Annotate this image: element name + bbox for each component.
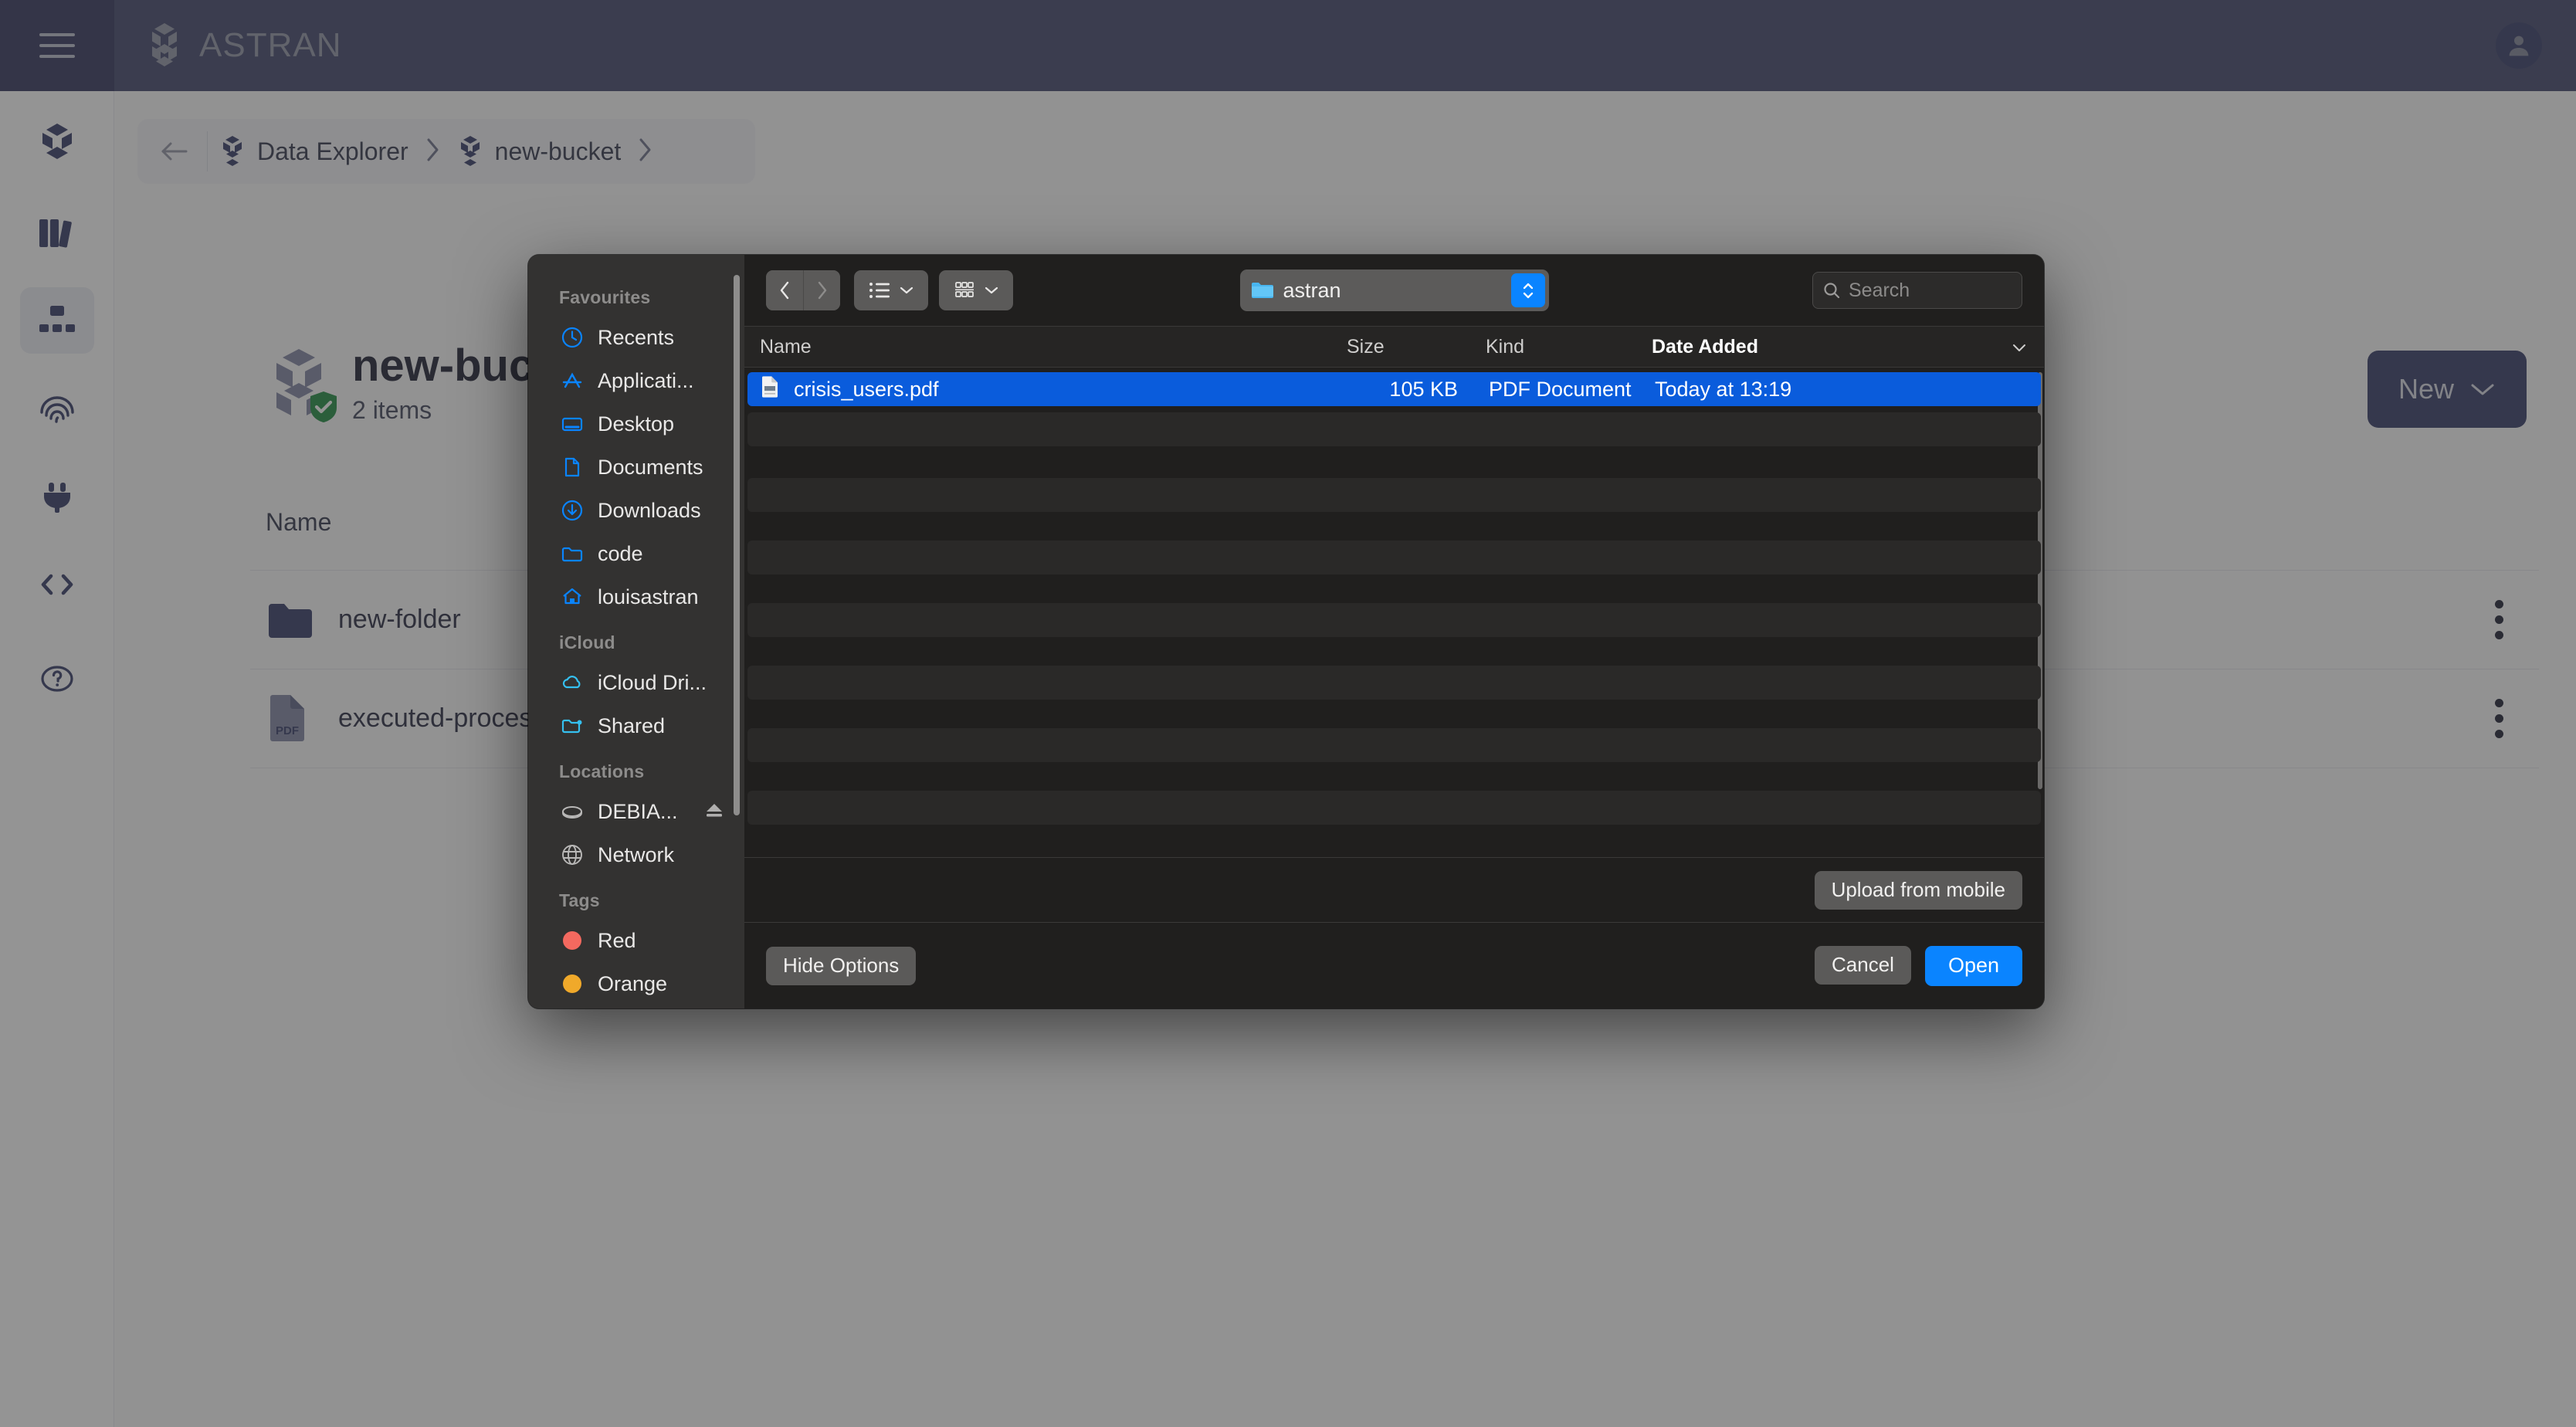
dialog-main: astran Search Name Size Kind Date Added xyxy=(744,255,2044,1008)
sidebar-item-label: Orange xyxy=(598,971,668,995)
path-dropdown[interactable]: astran xyxy=(1239,269,1549,311)
file-row-empty xyxy=(747,412,2041,446)
file-row-empty xyxy=(747,666,2041,700)
list-view-icon xyxy=(869,283,890,298)
sidebar-item-applications[interactable]: Applicati... xyxy=(528,359,744,402)
sidebar-item-label: louisastran xyxy=(598,585,699,608)
dialog-sidebar: Favourites Recents Applicati... Desktop … xyxy=(528,255,744,1008)
group-view-button[interactable] xyxy=(939,270,1013,310)
sidebar-item-label: iCloud Dri... xyxy=(598,670,707,694)
sidebar-item-network[interactable]: Network xyxy=(528,833,744,876)
desktop-icon xyxy=(559,411,585,437)
sidebar-scrollbar[interactable] xyxy=(734,275,740,815)
sidebar-item-label: code xyxy=(598,541,643,565)
file-open-dialog: Favourites Recents Applicati... Desktop … xyxy=(528,255,2044,1008)
dialog-forward-button[interactable] xyxy=(803,270,840,310)
eject-icon[interactable] xyxy=(704,800,724,824)
chevron-down-icon[interactable] xyxy=(2012,336,2027,358)
sidebar-item-tag-orange[interactable]: Orange xyxy=(528,962,744,1005)
sidebar-item-tag-red[interactable]: Red xyxy=(528,919,744,962)
file-row-empty xyxy=(747,541,2041,575)
sidebar-item-label: DEBIA... xyxy=(598,799,678,823)
sidebar-item-shared[interactable]: Shared xyxy=(528,704,744,747)
chevron-right-icon xyxy=(818,281,826,300)
folder-icon xyxy=(559,541,585,567)
sidebar-item-downloads[interactable]: Downloads xyxy=(528,489,744,532)
file-row-empty xyxy=(747,478,2041,512)
column-name[interactable]: Name xyxy=(744,326,1331,368)
list-view-button[interactable] xyxy=(854,270,928,310)
sidebar-item-label: Red xyxy=(598,928,636,952)
sidebar-group-tags: Tags xyxy=(559,890,600,910)
file-row-empty xyxy=(747,603,2041,637)
file-list-column-header: Name Size Kind Date Added xyxy=(744,326,2044,368)
search-input[interactable]: Search xyxy=(1812,272,2022,309)
file-name: crisis_users.pdf xyxy=(794,377,939,401)
tag-dot-icon xyxy=(559,971,585,997)
chevron-down-icon xyxy=(985,286,998,294)
sidebar-item-icloud-drive[interactable]: iCloud Dri... xyxy=(528,661,744,704)
home-icon xyxy=(559,584,585,610)
dialog-back-button[interactable] xyxy=(766,270,803,310)
globe-icon xyxy=(559,842,585,868)
sidebar-item-recents[interactable]: Recents xyxy=(528,316,744,359)
upload-options-bar: Upload from mobile xyxy=(744,857,2044,922)
sidebar-item-label: Applicati... xyxy=(598,368,694,392)
open-button[interactable]: Open xyxy=(1924,945,2022,986)
cancel-button[interactable]: Cancel xyxy=(1815,945,1911,985)
sidebar-item-label: Downloads xyxy=(598,498,701,522)
group-view-icon xyxy=(955,282,974,297)
applications-icon xyxy=(559,368,585,394)
chevron-left-icon xyxy=(780,281,789,300)
sidebar-group-icloud: iCloud xyxy=(559,632,615,652)
folder-icon xyxy=(1251,283,1273,298)
sidebar-item-debian[interactable]: DEBIA... xyxy=(528,790,744,833)
pdf-document-icon xyxy=(761,375,781,403)
sidebar-item-desktop[interactable]: Desktop xyxy=(528,402,744,446)
sidebar-group-favourites: Favourites xyxy=(559,287,651,307)
column-size[interactable]: Size xyxy=(1331,326,1470,368)
search-icon xyxy=(1824,283,1840,299)
cloud-icon xyxy=(559,669,585,696)
disk-icon xyxy=(559,798,585,825)
tag-dot-icon xyxy=(559,927,585,954)
sidebar-item-label: Network xyxy=(598,842,675,866)
shared-folder-icon xyxy=(559,713,585,739)
nav-button-group xyxy=(766,270,840,310)
dialog-toolbar: astran Search xyxy=(744,255,2044,326)
download-icon xyxy=(559,497,585,524)
sidebar-item-documents[interactable]: Documents xyxy=(528,446,744,489)
file-size: 105 KB xyxy=(1389,377,1458,401)
sidebar-group-locations: Locations xyxy=(559,761,645,781)
up-down-stepper-icon[interactable] xyxy=(1510,273,1545,307)
sidebar-item-label: Documents xyxy=(598,455,703,479)
path-label: astran xyxy=(1283,278,1341,302)
hide-options-button[interactable]: Hide Options xyxy=(766,946,917,985)
document-icon xyxy=(559,454,585,480)
file-row-empty xyxy=(747,791,2041,825)
upload-from-mobile-button[interactable]: Upload from mobile xyxy=(1814,870,2022,910)
clock-icon xyxy=(559,324,585,351)
file-kind: PDF Document xyxy=(1489,377,1632,401)
column-date-added[interactable]: Date Added xyxy=(1636,326,1758,368)
file-row-selected[interactable]: crisis_users.pdf 105 KB PDF Document Tod… xyxy=(747,372,2041,406)
sidebar-item-label: Shared xyxy=(598,714,666,737)
sidebar-item-label: Recents xyxy=(598,325,675,349)
sidebar-item-label: Desktop xyxy=(598,412,675,436)
chevron-down-icon xyxy=(900,286,913,294)
sidebar-item-code[interactable]: code xyxy=(528,532,744,575)
file-date: Today at 13:19 xyxy=(1655,377,1792,401)
file-list[interactable]: crisis_users.pdf 105 KB PDF Document Tod… xyxy=(744,368,2044,857)
file-row-empty xyxy=(747,728,2041,762)
column-kind[interactable]: Kind xyxy=(1470,326,1636,368)
dialog-action-bar: Hide Options Cancel Open xyxy=(744,922,2044,1008)
search-placeholder: Search xyxy=(1849,279,1910,301)
sidebar-item-home[interactable]: louisastran xyxy=(528,575,744,619)
